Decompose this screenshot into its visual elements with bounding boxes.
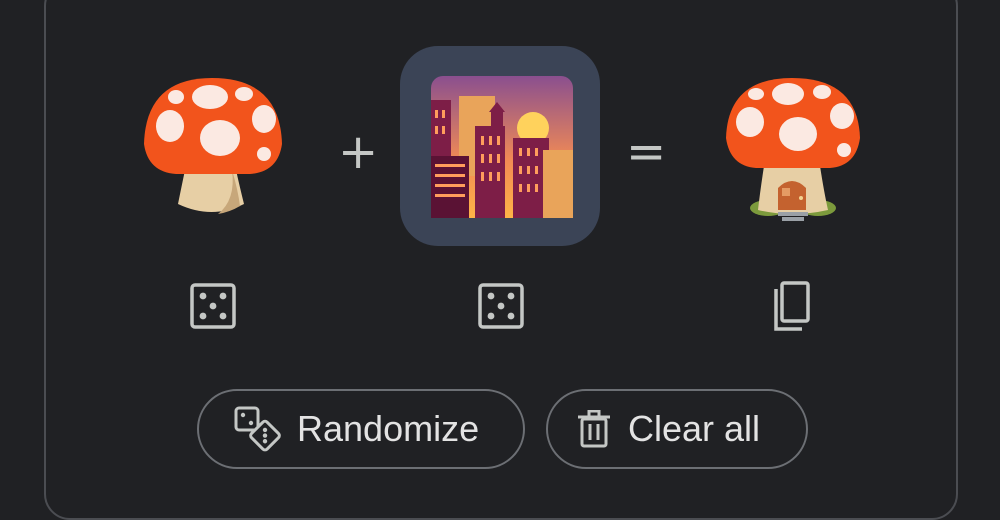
copy-result-icon[interactable] xyxy=(766,281,812,336)
clear-all-button[interactable]: Clear all xyxy=(546,389,808,469)
plus-operator: + xyxy=(338,124,379,180)
randomize-left-dice-icon[interactable] xyxy=(190,283,236,334)
clear-all-label: Clear all xyxy=(628,408,761,449)
randomize-middle-dice-icon[interactable] xyxy=(478,283,524,334)
mushroom-icon xyxy=(144,78,282,214)
randomize-label: Randomize xyxy=(297,408,480,449)
trash-icon xyxy=(578,410,610,448)
right-emoji-selected-tile[interactable] xyxy=(400,46,600,246)
left-emoji-slot[interactable] xyxy=(140,74,286,220)
city-sunset-icon xyxy=(431,76,573,218)
dice-pair-icon xyxy=(234,406,281,452)
equals-operator: = xyxy=(626,124,667,180)
result-emoji-slot[interactable] xyxy=(722,74,864,224)
mushroom-house-icon xyxy=(726,78,860,221)
randomize-button[interactable]: Randomize xyxy=(197,389,525,469)
